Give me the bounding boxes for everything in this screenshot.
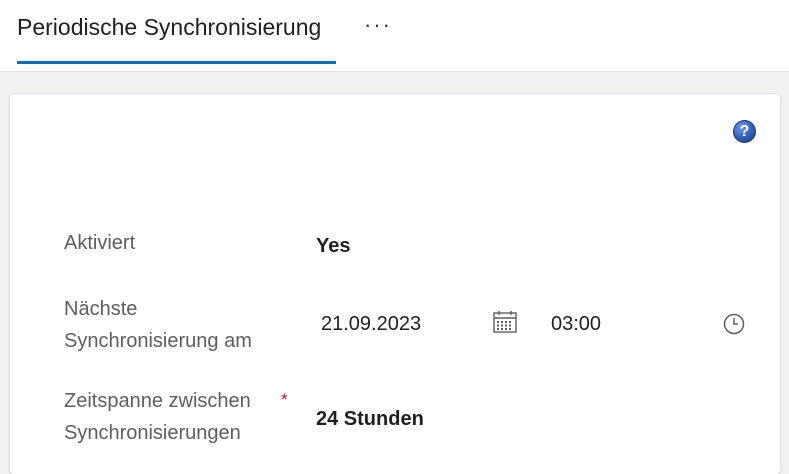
next-sync-time-input[interactable]: 03:00	[551, 313, 601, 336]
interval-label-line2: Synchronisierungen	[64, 422, 241, 444]
next-sync-date-input[interactable]: 21.09.2023	[321, 313, 421, 336]
page-header: Periodische Synchronisierung ···	[0, 0, 789, 72]
required-marker: *	[281, 390, 288, 409]
form-card: ? Aktiviert Yes Nächste Synchronisierung…	[10, 94, 780, 474]
next-sync-label-line1: Nächste	[64, 298, 138, 320]
interval-value[interactable]: 24 Stunden	[316, 408, 424, 431]
tab-periodic-sync[interactable]: Periodische Synchronisierung	[17, 14, 321, 41]
enabled-label: Aktiviert	[64, 232, 136, 254]
enabled-value[interactable]: Yes	[316, 235, 350, 258]
interval-label: Zeitspanne zwischen Synchronisierungen	[64, 385, 251, 449]
help-icon[interactable]: ?	[733, 120, 756, 143]
tab-active-indicator	[17, 61, 336, 64]
interval-label-line1: Zeitspanne zwischen	[64, 390, 251, 412]
more-options-button[interactable]: ···	[364, 12, 392, 38]
clock-icon[interactable]	[723, 313, 745, 340]
calendar-icon[interactable]	[492, 310, 518, 339]
next-sync-label: Nächste Synchronisierung am	[64, 293, 252, 357]
next-sync-label-line2: Synchronisierung am	[64, 330, 252, 352]
